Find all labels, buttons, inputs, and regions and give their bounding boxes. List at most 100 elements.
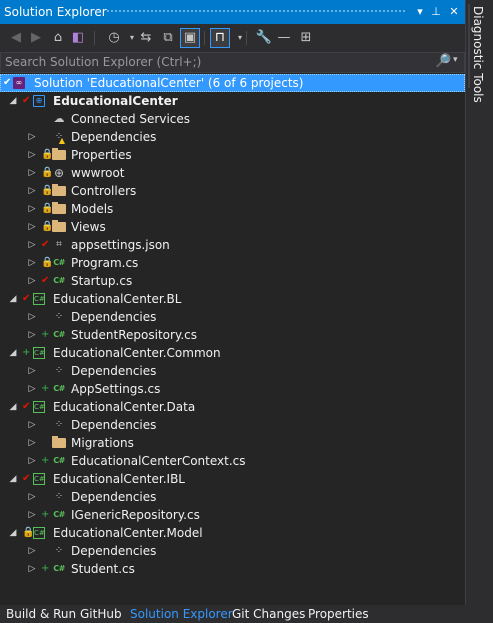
expand-arrow-icon[interactable]: ▷ (27, 308, 37, 326)
tree-item[interactable]: ▷ 🔒 Controllers (0, 182, 465, 200)
preview-icon[interactable]: ⊓ (210, 28, 230, 48)
expand-arrow-icon[interactable]: ▷ (27, 362, 37, 380)
tree-item[interactable]: ▷ ✔ ⌗ appsettings.json (0, 236, 465, 254)
search-input[interactable] (5, 54, 425, 70)
collapse-arrow-icon[interactable]: ◢ (8, 344, 18, 362)
expand-arrow-icon[interactable]: ▷ (27, 164, 37, 182)
tree-item[interactable]: ▷ + C# EducationalCenterContext.cs (0, 452, 465, 470)
tree-item[interactable]: ▷ + C# IGenericRepository.cs (0, 506, 465, 524)
pending-add-icon: + (41, 509, 50, 520)
collapse-arrow-icon[interactable]: ◢ (8, 92, 18, 110)
tree-item-project[interactable]: ◢ ✔ C# EducationalCenter.BL (0, 290, 465, 308)
tree-item-project[interactable]: ◢ ✔ ⊕ EducationalCenter (0, 92, 465, 110)
properties-icon[interactable]: 🔧 (254, 28, 274, 48)
tree-item[interactable]: ☁ Connected Services (0, 110, 465, 128)
collapse-arrow-icon[interactable]: ◢ (8, 290, 18, 308)
pending-add-icon: + (22, 347, 31, 358)
expand-arrow-icon[interactable]: ▷ (27, 434, 37, 452)
folder-icon (52, 148, 66, 162)
tab-solution-explorer[interactable]: Solution Explorer (126, 606, 237, 623)
expand-arrow-icon[interactable]: ▷ (27, 182, 37, 200)
expand-arrow-icon[interactable]: ▷ (27, 254, 37, 272)
sync-icon[interactable]: ⇆ (136, 28, 156, 48)
expand-arrow-icon[interactable]: ▷ (27, 200, 37, 218)
tree-item-project[interactable]: ◢ ✔ C# EducationalCenter.IBL (0, 470, 465, 488)
dependencies-icon: ⁘ (54, 365, 64, 376)
dependencies-icon: ⁘ (54, 419, 64, 430)
tree-item-label: Migrations (71, 436, 134, 450)
lock-icon: 🔒 (22, 527, 35, 538)
tree-item[interactable]: ▷ ⁘ Dependencies (0, 542, 465, 560)
window-position-dropdown-icon[interactable]: ▾ (412, 3, 428, 20)
tree-item[interactable]: ▷ ⁘ Dependencies (0, 308, 465, 326)
folder-icon (52, 202, 66, 216)
collapse-arrow-icon[interactable]: ◢ (8, 524, 18, 542)
minus-icon[interactable]: — (274, 28, 294, 48)
collapse-arrow-icon[interactable]: ◢ (8, 398, 18, 416)
expand-arrow-icon[interactable]: ▷ (27, 506, 37, 524)
search-icon[interactable]: 🔎 (435, 54, 451, 69)
tree-item[interactable]: ▷ 🔒 Models (0, 200, 465, 218)
expand-arrow-icon[interactable]: ▷ (27, 488, 37, 506)
tree-item[interactable]: ▷ + C# StudentRepository.cs (0, 326, 465, 344)
tree-item[interactable]: ▷ ⁘ Dependencies (0, 488, 465, 506)
tab-properties[interactable]: Properties (304, 606, 373, 623)
tree-item[interactable]: ▷ ✔ C# Startup.cs (0, 272, 465, 290)
collapse-arrow-icon[interactable]: ◢ (8, 470, 18, 488)
close-icon[interactable]: ✕ (446, 3, 462, 20)
expand-arrow-icon[interactable]: ▷ (27, 128, 37, 146)
tree-item-label: Student.cs (71, 562, 135, 576)
tab-github[interactable]: GitHub (76, 606, 126, 623)
tree-item[interactable]: ▷ + C# Student.cs (0, 560, 465, 578)
tree-item-project[interactable]: ◢ 🔒 C# EducationalCenter.Model (0, 524, 465, 542)
tree-item-label: Connected Services (71, 112, 191, 126)
tab-diagnostic-tools[interactable]: Diagnostic Tools (471, 6, 485, 103)
csharp-project-icon: C# (33, 473, 45, 485)
preview-dropdown-icon[interactable]: ▾ (230, 28, 250, 48)
expand-arrow-icon[interactable]: ▷ (27, 272, 37, 290)
tree-item[interactable]: ▷ 🔒 Properties (0, 146, 465, 164)
tree-item-solution[interactable]: ✔ ∞ Solution 'EducationalCenter' (6 of 6… (0, 74, 465, 92)
folder-icon (52, 220, 66, 234)
show-all-files-icon[interactable]: ▣ (180, 28, 200, 48)
forward-icon[interactable]: ▶ (26, 28, 46, 48)
pin-icon[interactable]: ⊥ (428, 3, 444, 20)
pending-add-icon: + (41, 329, 50, 340)
tree-item[interactable]: ▷ ⁘ ▲ Dependencies (0, 128, 465, 146)
tree-item-project[interactable]: ◢ ✔ C# EducationalCenter.Data (0, 398, 465, 416)
search-options-dropdown-icon[interactable]: ▾ (453, 55, 458, 65)
expand-arrow-icon[interactable]: ▷ (27, 326, 37, 344)
home-icon[interactable]: ⌂ (48, 28, 68, 48)
tab-build-run[interactable]: Build & Run (2, 606, 80, 623)
back-icon[interactable]: ◀ (6, 28, 26, 48)
expand-arrow-icon[interactable]: ▷ (27, 560, 37, 578)
drag-grip[interactable] (106, 9, 406, 14)
expand-arrow-icon[interactable]: ▷ (27, 236, 37, 254)
collapse-all-icon[interactable]: ⧉ (158, 28, 178, 48)
tree-item[interactable]: ▷ 🔒 Views (0, 218, 465, 236)
class-view-icon[interactable]: ⊞ (296, 28, 316, 48)
tab-git-changes[interactable]: Git Changes (228, 606, 309, 623)
solution-icon: ∞ (13, 77, 25, 89)
tree-item[interactable]: ▷ + C# AppSettings.cs (0, 380, 465, 398)
vs-icon[interactable]: ◧ (68, 28, 88, 48)
expand-arrow-icon[interactable]: ▷ (27, 452, 37, 470)
tree-item-label: Properties (71, 148, 132, 162)
tree-item[interactable]: ▷ 🔒 C# Program.cs (0, 254, 465, 272)
tree-item-label: EducationalCenter.BL (53, 292, 182, 306)
expand-arrow-icon[interactable]: ▷ (27, 218, 37, 236)
tree-item[interactable]: ▷ 🔒 ⊕ wwwroot (0, 164, 465, 182)
history-icon[interactable]: ◷ (104, 28, 124, 48)
tree-item[interactable]: ▷ ⁘ Dependencies (0, 416, 465, 434)
expand-arrow-icon[interactable]: ▷ (27, 146, 37, 164)
tree-item-project[interactable]: ◢ + C# EducationalCenter.Common (0, 344, 465, 362)
tree-item-label: Solution 'EducationalCenter' (6 of 6 pro… (34, 76, 304, 90)
tree-item[interactable]: ▷ ⁘ Dependencies (0, 362, 465, 380)
expand-arrow-icon[interactable]: ▷ (27, 542, 37, 560)
search-box[interactable]: 🔎 ▾ (0, 52, 465, 73)
tree-item-label: Models (71, 202, 114, 216)
tree-item[interactable]: ▷ Migrations (0, 434, 465, 452)
expand-arrow-icon[interactable]: ▷ (27, 416, 37, 434)
expand-arrow-icon[interactable]: ▷ (27, 380, 37, 398)
title-bar: Solution Explorer ▾ ⊥ ✕ (0, 0, 465, 24)
